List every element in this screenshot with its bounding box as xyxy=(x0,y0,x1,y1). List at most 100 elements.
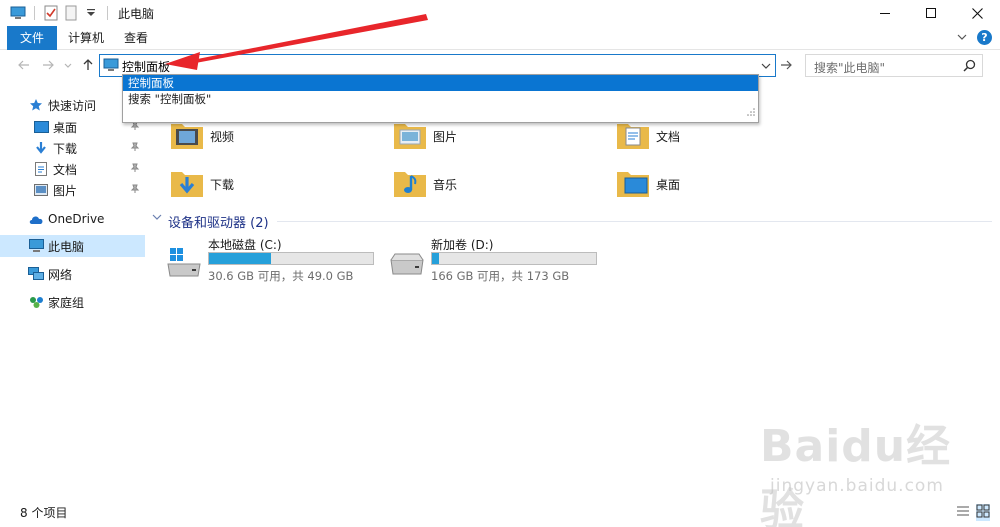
collapse-chevron-icon[interactable] xyxy=(152,212,162,225)
up-arrow-icon xyxy=(83,59,93,70)
folder-label: 下载 xyxy=(210,178,235,192)
close-icon xyxy=(971,7,983,19)
address-suggestions: 控制面板 搜索 "控制面板" xyxy=(122,74,759,123)
toolbar-divider xyxy=(107,6,108,20)
sidebar-item-label: 图片 xyxy=(53,183,78,198)
sidebar-item-documents[interactable]: 文档 xyxy=(0,158,145,180)
minimize-icon xyxy=(880,13,890,14)
back-button[interactable] xyxy=(18,59,30,75)
search-box[interactable]: 搜索"此电脑" xyxy=(805,54,983,77)
search-icon[interactable] xyxy=(963,59,976,75)
tab-computer[interactable]: 计算机 xyxy=(68,26,104,50)
drive-c[interactable]: 本地磁盘 (C:) 30.6 GB 可用，共 49.0 GB xyxy=(166,236,376,286)
drive-usage-bar xyxy=(431,252,597,265)
tab-file[interactable]: 文件 xyxy=(7,26,57,50)
folder-label: 文档 xyxy=(656,130,681,144)
cloud-icon xyxy=(28,211,44,227)
sidebar-item-label: 网络 xyxy=(48,267,73,282)
folder-label: 图片 xyxy=(433,130,458,144)
network-icon xyxy=(28,266,44,282)
folder-downloads[interactable]: 下载 xyxy=(170,166,370,206)
go-arrow-icon xyxy=(781,60,792,70)
video-folder-icon xyxy=(170,118,204,153)
drive-usage-fill xyxy=(432,253,439,264)
group-title: 设备和驱动器 (2) xyxy=(168,216,269,231)
folder-documents[interactable]: 文档 xyxy=(616,118,816,158)
item-count: 8 个项目 xyxy=(20,506,68,520)
help-label: ? xyxy=(981,31,988,44)
resize-grip-icon[interactable] xyxy=(747,105,755,119)
desktop-icon xyxy=(33,119,49,135)
windows-drive-icon xyxy=(166,248,202,281)
close-button[interactable] xyxy=(954,0,1000,26)
drive-name: 新加卷 (D:) xyxy=(431,238,494,252)
download-icon xyxy=(33,140,49,156)
tab-view[interactable]: 查看 xyxy=(124,26,148,50)
pin-icon[interactable] xyxy=(130,141,140,155)
watermark-main: Baidu经验 xyxy=(760,421,952,527)
drive-usage-bar xyxy=(208,252,374,265)
homegroup-icon xyxy=(28,294,44,310)
up-button[interactable] xyxy=(82,59,94,75)
sidebar-item-downloads[interactable]: 下载 xyxy=(0,137,145,159)
sidebar-item-label: 此电脑 xyxy=(48,239,85,254)
expand-ribbon-icon[interactable] xyxy=(957,31,967,45)
ribbon-tabs: 文件 计算机 查看 ? xyxy=(0,26,1000,50)
new-item-icon[interactable] xyxy=(63,5,79,21)
customize-toolbar-icon[interactable] xyxy=(83,5,99,21)
maximize-button[interactable] xyxy=(908,0,954,26)
computer-icon xyxy=(28,238,44,254)
suggestion-item[interactable]: 搜索 "控制面板" xyxy=(123,91,758,107)
sidebar-item-label: OneDrive xyxy=(48,212,105,226)
computer-icon[interactable] xyxy=(10,5,26,21)
drive-space-info: 166 GB 可用，共 173 GB xyxy=(431,269,570,283)
ribbon-right-controls: ? xyxy=(957,30,992,45)
sidebar-item-onedrive[interactable]: OneDrive xyxy=(0,208,145,230)
address-dropdown-button[interactable] xyxy=(757,55,775,76)
folder-pictures[interactable]: 图片 xyxy=(393,118,593,158)
music-folder-icon xyxy=(393,166,427,201)
sidebar-item-pictures[interactable]: 图片 xyxy=(0,179,145,201)
folder-desktop[interactable]: 桌面 xyxy=(616,166,816,206)
title-bar: 此电脑 xyxy=(0,0,1000,26)
toolbar-divider xyxy=(34,6,35,20)
pin-icon[interactable] xyxy=(130,183,140,197)
sidebar-item-label: 快速访问 xyxy=(48,98,97,113)
folder-videos[interactable]: 视频 xyxy=(170,118,370,158)
forward-button[interactable] xyxy=(42,59,54,75)
properties-icon[interactable] xyxy=(43,5,59,21)
folder-music[interactable]: 音乐 xyxy=(393,166,593,206)
sidebar-item-label: 下载 xyxy=(53,141,78,156)
drive-d[interactable]: 新加卷 (D:) 166 GB 可用，共 173 GB xyxy=(389,236,599,286)
computer-icon xyxy=(103,58,119,76)
sidebar-item-this-pc[interactable]: 此电脑 xyxy=(0,235,145,257)
minimize-button[interactable] xyxy=(862,0,908,26)
star-icon xyxy=(28,97,44,113)
maximize-icon xyxy=(926,8,936,18)
go-button[interactable] xyxy=(780,59,792,74)
help-icon[interactable]: ? xyxy=(977,30,992,45)
drive-name: 本地磁盘 (C:) xyxy=(208,238,282,252)
recent-locations-button[interactable] xyxy=(64,59,72,75)
sidebar-item-label: 文档 xyxy=(53,162,78,177)
sidebar-item-label: 家庭组 xyxy=(48,295,85,310)
drive-icon xyxy=(389,248,425,281)
desktop-folder-icon xyxy=(616,166,650,201)
sidebar-item-label: 桌面 xyxy=(53,120,78,135)
navigation-pane: 快速访问 桌面 下载 文档 图片 OneDrive 此电脑 网络 家庭组 xyxy=(0,88,145,498)
baidu-watermark: Baidu经验 jingyan.baidu.com xyxy=(760,410,995,527)
group-header-devices[interactable]: 设备和驱动器 (2) xyxy=(152,212,992,231)
address-input[interactable]: 控制面板 xyxy=(122,58,170,75)
download-folder-icon xyxy=(170,166,204,201)
quick-access-toolbar xyxy=(0,0,112,26)
picture-icon xyxy=(33,182,49,198)
pin-icon[interactable] xyxy=(130,162,140,176)
sidebar-item-homegroup[interactable]: 家庭组 xyxy=(0,291,145,313)
sidebar-item-network[interactable]: 网络 xyxy=(0,263,145,285)
watermark-sub: jingyan.baidu.com xyxy=(770,476,944,496)
folder-label: 桌面 xyxy=(656,178,681,192)
chevron-down-icon xyxy=(761,63,771,69)
search-input[interactable]: 搜索"此电脑" xyxy=(814,59,885,76)
suggestion-item[interactable]: 控制面板 xyxy=(123,75,758,91)
group-divider xyxy=(277,221,992,222)
